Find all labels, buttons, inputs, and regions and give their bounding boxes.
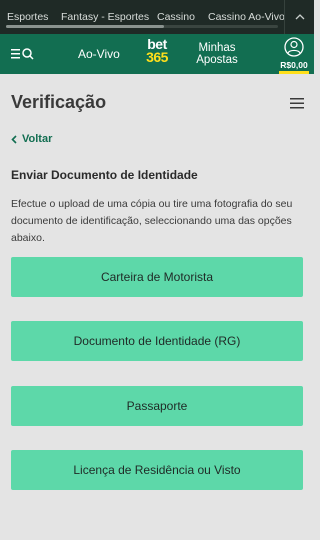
option-residence-permit-button[interactable]: Licença de Residência ou Visto bbox=[11, 450, 303, 490]
instructions-text: Efectue o upload de uma cópia ou tire um… bbox=[11, 198, 293, 244]
hamburger-icon bbox=[290, 98, 304, 109]
option-label: Documento de Identidade (RG) bbox=[73, 334, 241, 348]
account-balance: R$0,00 bbox=[280, 60, 308, 70]
account-active-indicator bbox=[279, 71, 309, 74]
chevron-left-icon bbox=[11, 134, 17, 144]
back-label: Voltar bbox=[22, 133, 53, 145]
main-header: Ao-Vivo bet 365 Minhas Apostas R$0,00 bbox=[0, 34, 314, 74]
category-fantasy-esportes[interactable]: Fantasy - Esportes bbox=[61, 11, 149, 23]
scroll-thumb[interactable] bbox=[6, 25, 164, 28]
back-link[interactable]: Voltar bbox=[11, 133, 52, 145]
category-bar: Esportes Fantasy - Esportes Cassino Cass… bbox=[0, 0, 314, 34]
menu-search-icon bbox=[11, 48, 34, 60]
account-button[interactable]: R$0,00 bbox=[278, 36, 310, 74]
category-esportes[interactable]: Esportes bbox=[7, 11, 48, 23]
category-scroller[interactable]: Esportes Fantasy - Esportes Cassino Cass… bbox=[0, 0, 284, 34]
bet365-logo[interactable]: bet 365 bbox=[140, 37, 174, 70]
collapse-categories-button[interactable] bbox=[284, 0, 314, 34]
user-icon bbox=[284, 37, 304, 57]
option-identity-card-button[interactable]: Documento de Identidade (RG) bbox=[11, 321, 303, 361]
category-cassino[interactable]: Cassino bbox=[157, 11, 195, 23]
my-bets-link[interactable]: Minhas Apostas bbox=[194, 42, 240, 66]
option-drivers-license-button[interactable]: Carteira de Motorista bbox=[11, 257, 303, 297]
page-menu-button[interactable] bbox=[290, 96, 304, 110]
my-bets-label-line2: Apostas bbox=[196, 54, 238, 66]
option-label: Licença de Residência ou Visto bbox=[73, 463, 241, 477]
page-title: Verificação bbox=[11, 92, 107, 112]
menu-search-button[interactable] bbox=[8, 45, 38, 63]
section-title: Enviar Documento de Identidade bbox=[11, 168, 198, 182]
option-label: Carteira de Motorista bbox=[100, 270, 214, 284]
live-link[interactable]: Ao-Vivo bbox=[78, 47, 120, 61]
my-bets-label-line1: Minhas bbox=[198, 42, 236, 54]
logo-text-bottom: 365 bbox=[146, 49, 168, 65]
chevron-up-icon bbox=[295, 14, 304, 20]
option-label: Passaporte bbox=[126, 399, 188, 413]
option-passport-button[interactable]: Passaporte bbox=[11, 386, 303, 426]
category-cassino-ao-vivo[interactable]: Cassino Ao-Vivo bbox=[208, 11, 284, 23]
